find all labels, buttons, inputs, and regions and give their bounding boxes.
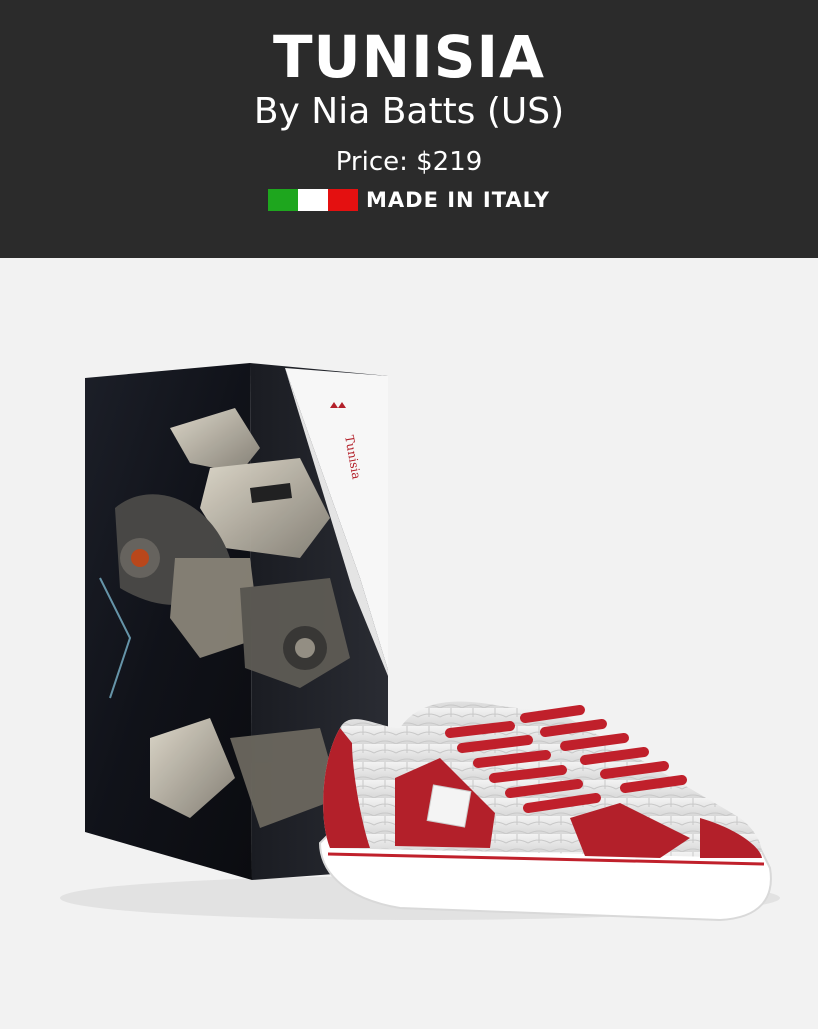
product-title: TUNISIA (272, 23, 546, 91)
product-header: TUNISIA By Nia Batts (US) Price: $219 MA… (0, 0, 818, 258)
made-in-badge: MADE IN ITALY (0, 186, 818, 214)
made-in-label: MADE IN ITALY (365, 188, 550, 212)
product-price: Price: $219 (335, 147, 483, 177)
designer-byline: By Nia Batts (US) (253, 91, 565, 132)
sneaker (318, 701, 772, 922)
italy-flag-icon (267, 189, 358, 211)
product-image: Tunisia (0, 258, 818, 1024)
